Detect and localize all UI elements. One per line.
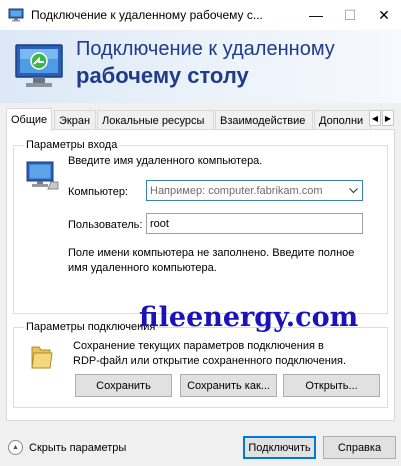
close-button[interactable]: ✕ — [367, 0, 401, 30]
tab-scroll-right-button[interactable]: ▶ — [382, 110, 394, 126]
tab-advanced[interactable]: Дополни — [314, 110, 371, 130]
user-value: root — [150, 217, 169, 230]
save-button[interactable]: Сохранить — [75, 374, 172, 397]
banner-title-line2: рабочему столу — [76, 63, 249, 88]
maximize-button[interactable]: ☐ — [333, 0, 367, 30]
user-input[interactable]: root — [146, 213, 363, 234]
login-prompt-text: Введите имя удаленного компьютера. — [68, 155, 263, 167]
tab-local-resources[interactable]: Локальные ресурсы — [97, 110, 214, 130]
computer-placeholder: Например: computer.fabrikam.com — [150, 184, 323, 197]
open-button[interactable]: Открыть... — [283, 374, 380, 397]
remote-desktop-icon — [15, 44, 63, 87]
tab-experience[interactable]: Взаимодействие — [215, 110, 313, 130]
help-button[interactable]: Справка — [323, 436, 396, 459]
minimize-button[interactable]: — — [299, 0, 333, 30]
computer-icon — [26, 161, 59, 190]
chevron-up-icon[interactable]: ▲ — [8, 440, 23, 455]
hide-options-label[interactable]: Скрыть параметры — [29, 442, 126, 454]
computer-note-line1: Поле имени компьютера не заполнено. Введ… — [68, 247, 355, 259]
title-bar: Подключение к удаленному рабочему с... —… — [0, 0, 401, 30]
remote-desktop-icon — [8, 8, 24, 22]
computer-label: Компьютер: — [68, 186, 128, 198]
connection-settings-legend: Параметры подключения — [24, 321, 158, 333]
folder-icon — [31, 346, 53, 369]
hide-options-toggle[interactable]: ▲ Скрыть параметры — [8, 440, 126, 455]
chevron-down-icon[interactable] — [344, 181, 362, 200]
connection-desc-line2: RDP-файл или открытие сохраненного подкл… — [73, 355, 346, 367]
window-title: Подключение к удаленному рабочему с... — [31, 8, 263, 22]
connect-button[interactable]: Подключить — [243, 436, 316, 459]
tab-display[interactable]: Экран — [54, 110, 96, 130]
user-label: Пользователь: — [68, 219, 143, 231]
tab-strip: Общие Экран Локальные ресурсы Взаимодейс… — [6, 108, 395, 131]
watermark-text: fileenergy.com — [139, 302, 359, 333]
tab-general[interactable]: Общие — [6, 108, 52, 131]
connection-desc-line1: Сохранение текущих параметров подключени… — [73, 340, 324, 352]
login-settings-legend: Параметры входа — [24, 139, 120, 151]
banner-title-line1: Подключение к удаленному — [76, 38, 335, 60]
header-banner: Подключение к удаленному рабочему столу — [0, 30, 401, 103]
computer-note-line2: имя удаленного компьютера. — [68, 262, 217, 274]
tab-panel-general: Параметры входа Введите имя удаленного к… — [6, 129, 395, 421]
computer-combobox[interactable]: Например: computer.fabrikam.com — [146, 180, 363, 201]
tab-scroll-left-button[interactable]: ◀ — [369, 110, 381, 126]
save-as-button[interactable]: Сохранить как... — [180, 374, 277, 397]
